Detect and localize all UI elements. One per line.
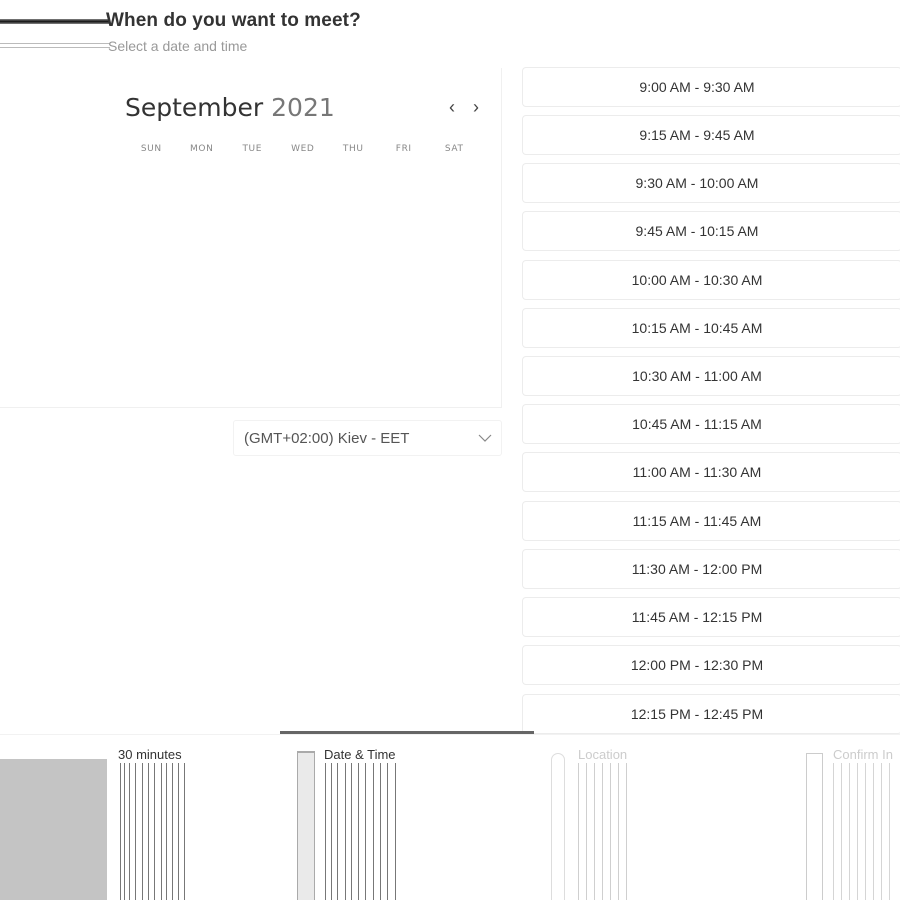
previous-month-button[interactable]: ‹	[443, 95, 461, 119]
step-1-thumbnail	[0, 759, 107, 900]
next-month-button[interactable]: ›	[467, 95, 485, 119]
time-slot-button[interactable]: 9:30 AM - 10:00 AM	[522, 163, 900, 203]
chevron-right-icon: ›	[473, 97, 479, 117]
weekday-label: THU	[342, 144, 364, 154]
weekday-label: FRI	[395, 144, 412, 154]
month-title: September 2021	[125, 93, 335, 122]
header-logo-strip	[0, 14, 110, 54]
time-slot-button[interactable]: 9:00 AM - 9:30 AM	[522, 67, 900, 107]
location-pin-icon	[551, 753, 565, 900]
calendar-icon	[297, 751, 315, 900]
step-2-label[interactable]: Date & Time	[324, 747, 396, 762]
weekday-label: MON	[190, 144, 214, 154]
step-4-glitch	[833, 763, 897, 900]
weekday-header: SUN MON TUE WED THU FRI SAT	[126, 144, 480, 154]
timezone-value: (GMT+02:00) Kiev - EET	[244, 429, 410, 447]
time-slot-button[interactable]: 11:45 AM - 12:15 PM	[522, 597, 900, 637]
time-slot-button[interactable]: 10:30 AM - 11:00 AM	[522, 356, 900, 396]
page-title: When do you want to meet?	[106, 10, 361, 31]
step-2-glitch	[325, 763, 399, 900]
time-slot-button[interactable]: 12:00 PM - 12:30 PM	[522, 645, 900, 685]
step-4-label[interactable]: Confirm In	[833, 747, 893, 762]
time-slot-button[interactable]: 9:45 AM - 10:15 AM	[522, 211, 900, 251]
time-slot-button[interactable]: 10:00 AM - 10:30 AM	[522, 260, 900, 300]
step-3-glitch	[578, 763, 630, 900]
step-1-glitch	[120, 763, 186, 900]
time-slot-button[interactable]: 11:00 AM - 11:30 AM	[522, 452, 900, 492]
month-name: September	[125, 93, 264, 122]
chevron-left-icon: ‹	[449, 97, 455, 117]
page-subtitle: Select a date and time	[108, 38, 248, 54]
header-bar-light	[0, 43, 110, 48]
time-slot-button[interactable]: 10:45 AM - 11:15 AM	[522, 404, 900, 444]
step-1-label[interactable]: 30 minutes	[118, 747, 182, 762]
weekday-label: TUE	[242, 144, 263, 154]
step-footer: 30 minutes Date & Time Location Confirm …	[0, 731, 900, 900]
time-slot-button[interactable]: 12:15 PM - 12:45 PM	[522, 694, 900, 734]
month-year: 2021	[271, 93, 335, 122]
step-progress-bar	[280, 731, 534, 734]
header-bar-dark	[0, 19, 110, 24]
weekday-label: SUN	[140, 144, 162, 154]
checkbox-icon	[806, 753, 823, 900]
time-slot-button[interactable]: 11:30 AM - 12:00 PM	[522, 549, 900, 589]
time-slot-button[interactable]: 10:15 AM - 10:45 AM	[522, 308, 900, 348]
chevron-down-icon	[478, 434, 492, 442]
weekday-label: SAT	[444, 144, 464, 154]
step-3-label[interactable]: Location	[578, 747, 627, 762]
timezone-select[interactable]: (GMT+02:00) Kiev - EET	[233, 420, 502, 456]
time-slot-button[interactable]: 11:15 AM - 11:45 AM	[522, 501, 900, 541]
calendar-panel: September 2021 ‹ › SUN MON TUE WED THU F…	[0, 68, 502, 408]
weekday-label: WED	[291, 144, 315, 154]
time-slot-button[interactable]: 9:15 AM - 9:45 AM	[522, 115, 900, 155]
